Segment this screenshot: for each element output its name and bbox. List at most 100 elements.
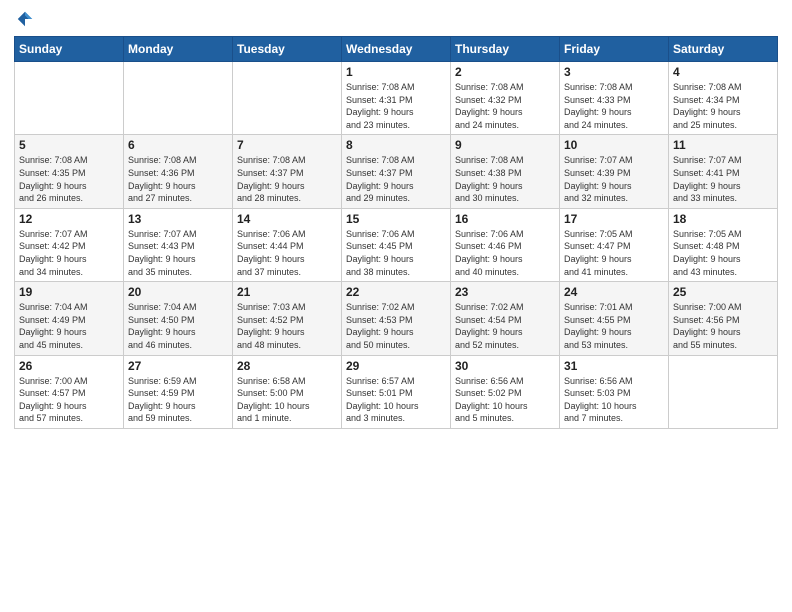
day-number: 16 bbox=[455, 212, 555, 226]
day-cell-18: 18 Sunrise: 7:05 AM Sunset: 4:48 PM Dayli… bbox=[669, 208, 778, 281]
day-cell-12: 12 Sunrise: 7:07 AM Sunset: 4:42 PM Dayli… bbox=[15, 208, 124, 281]
day-number: 26 bbox=[19, 359, 119, 373]
day-cell-10: 10Sunrise: 7:07 AM Sunset: 4:39 PM Dayli… bbox=[560, 135, 669, 208]
weekday-header-row: SundayMondayTuesdayWednesdayThursdayFrid… bbox=[15, 37, 778, 62]
week-row-2: 5Sunrise: 7:08 AM Sunset: 4:35 PM Daylig… bbox=[15, 135, 778, 208]
week-row-5: 26 Sunrise: 7:00 AM Sunset: 4:57 PM Dayli… bbox=[15, 355, 778, 428]
weekday-header-sunday: Sunday bbox=[15, 37, 124, 62]
day-info: Sunrise: 7:06 AM Sunset: 4:46 PM Dayligh… bbox=[455, 228, 555, 278]
week-row-1: 1Sunrise: 7:08 AM Sunset: 4:31 PM Daylig… bbox=[15, 62, 778, 135]
day-info: Sunrise: 6:57 AM Sunset: 5:01 PM Dayligh… bbox=[346, 375, 446, 425]
weekday-header-thursday: Thursday bbox=[451, 37, 560, 62]
day-number: 3 bbox=[564, 65, 664, 79]
day-cell-30: 30 Sunrise: 6:56 AM Sunset: 5:02 PM Dayli… bbox=[451, 355, 560, 428]
day-number: 4 bbox=[673, 65, 773, 79]
empty-cell bbox=[233, 62, 342, 135]
week-row-4: 19 Sunrise: 7:04 AM Sunset: 4:49 PM Dayli… bbox=[15, 282, 778, 355]
day-cell-17: 17 Sunrise: 7:05 AM Sunset: 4:47 PM Dayli… bbox=[560, 208, 669, 281]
day-number: 14 bbox=[237, 212, 337, 226]
calendar-table: SundayMondayTuesdayWednesdayThursdayFrid… bbox=[14, 36, 778, 429]
day-cell-16: 16 Sunrise: 7:06 AM Sunset: 4:46 PM Dayli… bbox=[451, 208, 560, 281]
day-number: 7 bbox=[237, 138, 337, 152]
day-number: 13 bbox=[128, 212, 228, 226]
day-number: 22 bbox=[346, 285, 446, 299]
day-info: Sunrise: 7:03 AM Sunset: 4:52 PM Dayligh… bbox=[237, 301, 337, 351]
day-info: Sunrise: 7:00 AM Sunset: 4:57 PM Dayligh… bbox=[19, 375, 119, 425]
weekday-header-wednesday: Wednesday bbox=[342, 37, 451, 62]
day-number: 18 bbox=[673, 212, 773, 226]
day-info: Sunrise: 7:05 AM Sunset: 4:47 PM Dayligh… bbox=[564, 228, 664, 278]
day-info: Sunrise: 7:08 AM Sunset: 4:35 PM Dayligh… bbox=[19, 154, 119, 204]
day-info: Sunrise: 7:07 AM Sunset: 4:41 PM Dayligh… bbox=[673, 154, 773, 204]
day-number: 23 bbox=[455, 285, 555, 299]
day-cell-4: 4 Sunrise: 7:08 AM Sunset: 4:34 PM Daylig… bbox=[669, 62, 778, 135]
day-number: 25 bbox=[673, 285, 773, 299]
day-info: Sunrise: 7:08 AM Sunset: 4:38 PM Dayligh… bbox=[455, 154, 555, 204]
day-info: Sunrise: 7:08 AM Sunset: 4:34 PM Dayligh… bbox=[673, 81, 773, 131]
day-info: Sunrise: 7:06 AM Sunset: 4:45 PM Dayligh… bbox=[346, 228, 446, 278]
day-info: Sunrise: 6:56 AM Sunset: 5:02 PM Dayligh… bbox=[455, 375, 555, 425]
day-cell-31: 31 Sunrise: 6:56 AM Sunset: 5:03 PM Dayli… bbox=[560, 355, 669, 428]
day-cell-9: 9 Sunrise: 7:08 AM Sunset: 4:38 PM Daylig… bbox=[451, 135, 560, 208]
day-cell-8: 8 Sunrise: 7:08 AM Sunset: 4:37 PM Daylig… bbox=[342, 135, 451, 208]
weekday-header-friday: Friday bbox=[560, 37, 669, 62]
day-info: Sunrise: 7:02 AM Sunset: 4:53 PM Dayligh… bbox=[346, 301, 446, 351]
day-number: 30 bbox=[455, 359, 555, 373]
day-number: 11 bbox=[673, 138, 773, 152]
logo bbox=[14, 10, 34, 28]
header bbox=[14, 10, 778, 28]
day-number: 31 bbox=[564, 359, 664, 373]
day-cell-7: 7 Sunrise: 7:08 AM Sunset: 4:37 PM Daylig… bbox=[233, 135, 342, 208]
day-info: Sunrise: 7:08 AM Sunset: 4:37 PM Dayligh… bbox=[346, 154, 446, 204]
day-number: 28 bbox=[237, 359, 337, 373]
day-info: Sunrise: 7:08 AM Sunset: 4:37 PM Dayligh… bbox=[237, 154, 337, 204]
day-info: Sunrise: 7:08 AM Sunset: 4:33 PM Dayligh… bbox=[564, 81, 664, 131]
day-number: 8 bbox=[346, 138, 446, 152]
empty-cell bbox=[669, 355, 778, 428]
day-number: 17 bbox=[564, 212, 664, 226]
weekday-header-saturday: Saturday bbox=[669, 37, 778, 62]
day-cell-20: 20 Sunrise: 7:04 AM Sunset: 4:50 PM Dayli… bbox=[124, 282, 233, 355]
day-info: Sunrise: 6:58 AM Sunset: 5:00 PM Dayligh… bbox=[237, 375, 337, 425]
day-number: 9 bbox=[455, 138, 555, 152]
day-info: Sunrise: 7:08 AM Sunset: 4:36 PM Dayligh… bbox=[128, 154, 228, 204]
page: SundayMondayTuesdayWednesdayThursdayFrid… bbox=[0, 0, 792, 612]
weekday-header-monday: Monday bbox=[124, 37, 233, 62]
day-info: Sunrise: 7:04 AM Sunset: 4:50 PM Dayligh… bbox=[128, 301, 228, 351]
day-number: 12 bbox=[19, 212, 119, 226]
day-cell-15: 15Sunrise: 7:06 AM Sunset: 4:45 PM Dayli… bbox=[342, 208, 451, 281]
day-cell-22: 22 Sunrise: 7:02 AM Sunset: 4:53 PM Dayli… bbox=[342, 282, 451, 355]
day-info: Sunrise: 7:04 AM Sunset: 4:49 PM Dayligh… bbox=[19, 301, 119, 351]
day-cell-23: 23 Sunrise: 7:02 AM Sunset: 4:54 PM Dayli… bbox=[451, 282, 560, 355]
day-info: Sunrise: 7:02 AM Sunset: 4:54 PM Dayligh… bbox=[455, 301, 555, 351]
day-number: 27 bbox=[128, 359, 228, 373]
day-number: 6 bbox=[128, 138, 228, 152]
day-info: Sunrise: 6:56 AM Sunset: 5:03 PM Dayligh… bbox=[564, 375, 664, 425]
day-cell-3: 3 Sunrise: 7:08 AM Sunset: 4:33 PM Daylig… bbox=[560, 62, 669, 135]
day-info: Sunrise: 7:01 AM Sunset: 4:55 PM Dayligh… bbox=[564, 301, 664, 351]
empty-cell bbox=[15, 62, 124, 135]
day-number: 10 bbox=[564, 138, 664, 152]
day-cell-6: 6 Sunrise: 7:08 AM Sunset: 4:36 PM Daylig… bbox=[124, 135, 233, 208]
day-number: 19 bbox=[19, 285, 119, 299]
day-number: 24 bbox=[564, 285, 664, 299]
day-cell-19: 19 Sunrise: 7:04 AM Sunset: 4:49 PM Dayli… bbox=[15, 282, 124, 355]
logo-text bbox=[14, 10, 34, 28]
day-number: 20 bbox=[128, 285, 228, 299]
day-cell-24: 24 Sunrise: 7:01 AM Sunset: 4:55 PM Dayli… bbox=[560, 282, 669, 355]
day-cell-11: 11 Sunrise: 7:07 AM Sunset: 4:41 PM Dayli… bbox=[669, 135, 778, 208]
day-info: Sunrise: 7:07 AM Sunset: 4:42 PM Dayligh… bbox=[19, 228, 119, 278]
day-info: Sunrise: 7:08 AM Sunset: 4:32 PM Dayligh… bbox=[455, 81, 555, 131]
day-cell-13: 13 Sunrise: 7:07 AM Sunset: 4:43 PM Dayli… bbox=[124, 208, 233, 281]
day-cell-29: 29 Sunrise: 6:57 AM Sunset: 5:01 PM Dayli… bbox=[342, 355, 451, 428]
day-info: Sunrise: 7:00 AM Sunset: 4:56 PM Dayligh… bbox=[673, 301, 773, 351]
day-number: 21 bbox=[237, 285, 337, 299]
day-info: Sunrise: 7:07 AM Sunset: 4:43 PM Dayligh… bbox=[128, 228, 228, 278]
day-info: Sunrise: 7:08 AM Sunset: 4:31 PM Dayligh… bbox=[346, 81, 446, 131]
day-number: 2 bbox=[455, 65, 555, 79]
logo-icon bbox=[16, 10, 34, 28]
day-info: Sunrise: 7:05 AM Sunset: 4:48 PM Dayligh… bbox=[673, 228, 773, 278]
day-number: 29 bbox=[346, 359, 446, 373]
weekday-header-tuesday: Tuesday bbox=[233, 37, 342, 62]
day-cell-2: 2 Sunrise: 7:08 AM Sunset: 4:32 PM Daylig… bbox=[451, 62, 560, 135]
